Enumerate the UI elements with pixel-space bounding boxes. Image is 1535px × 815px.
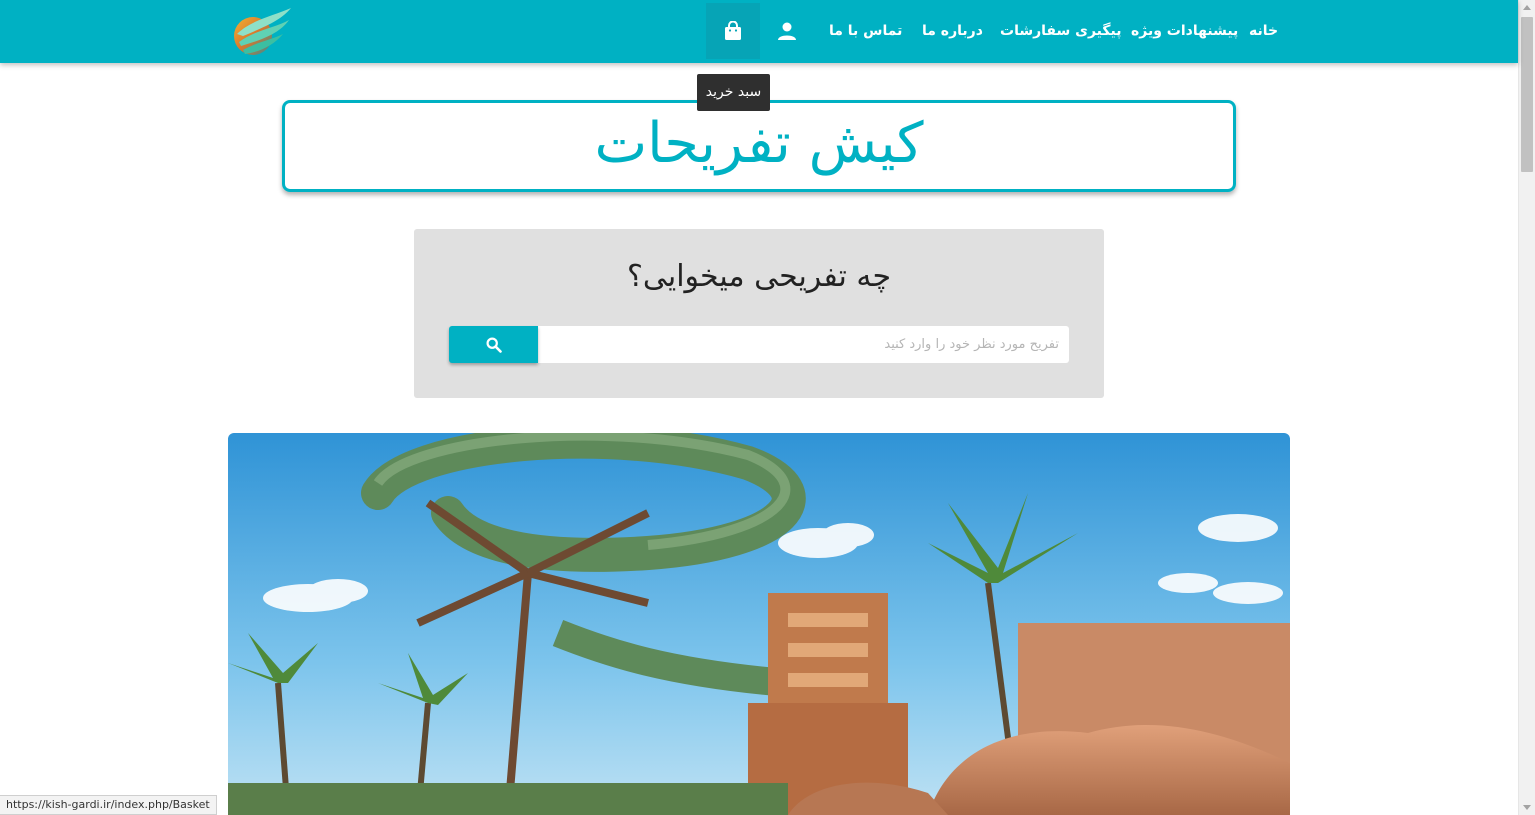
nav-special-offers[interactable]: پیشنهادات ویژه bbox=[1131, 0, 1238, 63]
page-scrollbar[interactable] bbox=[1518, 0, 1535, 815]
user-account-button[interactable] bbox=[760, 3, 814, 59]
water-slide-park-photo bbox=[228, 433, 1290, 815]
nav-about-us[interactable]: درباره ما bbox=[922, 0, 983, 63]
search-input[interactable] bbox=[538, 326, 1069, 363]
search-icon bbox=[485, 336, 502, 353]
nav-order-tracking[interactable]: پیگیری سفارشات bbox=[1000, 0, 1122, 63]
nav-home[interactable]: خانه bbox=[1249, 0, 1278, 63]
scroll-thumb[interactable] bbox=[1521, 17, 1533, 172]
scroll-up-arrow[interactable] bbox=[1523, 5, 1531, 10]
site-logo[interactable] bbox=[231, 6, 293, 58]
cart-button[interactable] bbox=[706, 3, 760, 59]
link-status-url: https://kish-gardi.ir/index.php/Basket bbox=[0, 795, 217, 815]
shopping-bag-icon bbox=[725, 21, 741, 40]
hero-banner-image[interactable] bbox=[228, 433, 1290, 815]
top-navbar: تماس با ما درباره ما پیگیری سفارشات پیشن… bbox=[0, 0, 1518, 63]
user-icon bbox=[778, 22, 796, 40]
feather-wing-logo-icon bbox=[234, 8, 291, 55]
cart-tooltip: سبد خرید bbox=[697, 74, 770, 111]
nav-contact-us[interactable]: تماس با ما bbox=[829, 0, 902, 63]
site-title: کیش تفریحات bbox=[594, 110, 924, 176]
search-button[interactable] bbox=[449, 326, 538, 363]
scroll-down-arrow[interactable] bbox=[1523, 805, 1531, 810]
site-title-box: کیش تفریحات bbox=[282, 100, 1236, 192]
search-panel: چه تفریحی میخوایی؟ bbox=[414, 229, 1104, 398]
search-heading: چه تفریحی میخوایی؟ bbox=[626, 259, 892, 294]
